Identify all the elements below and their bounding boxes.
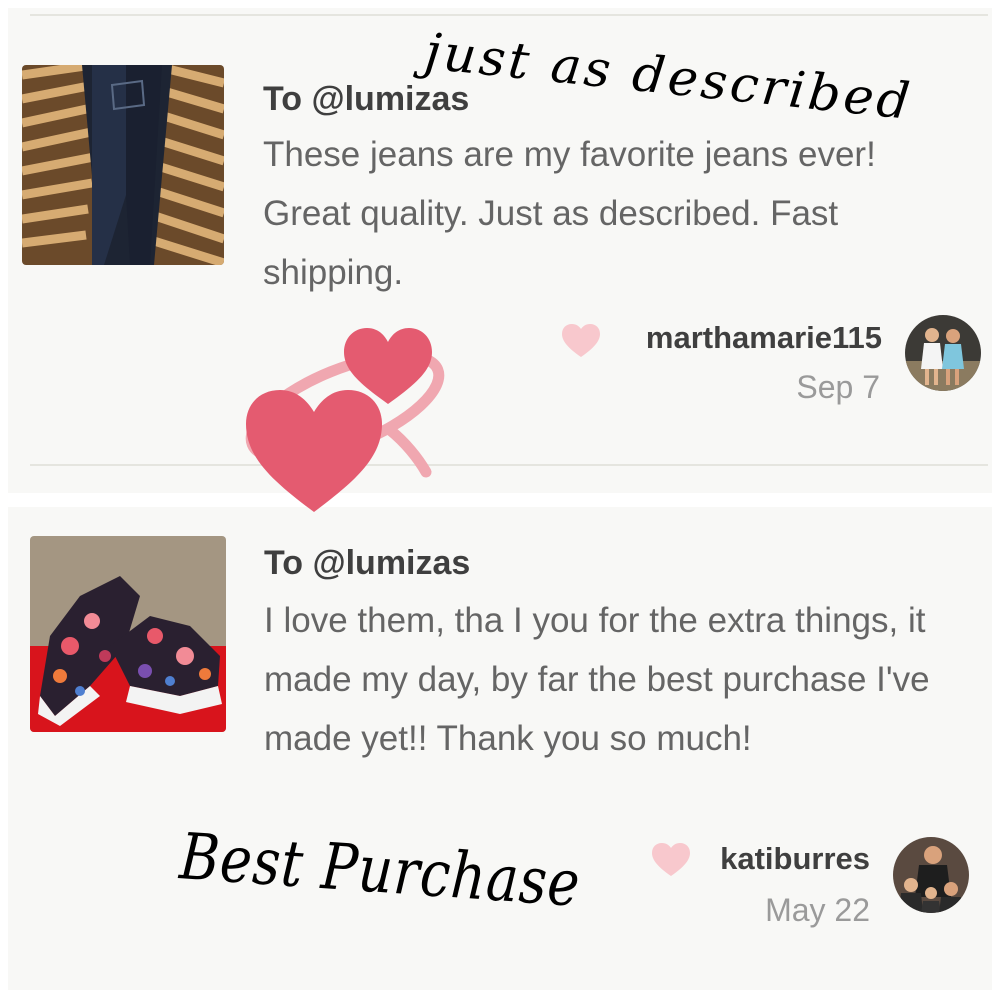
reviewer-username[interactable]: marthamarie115 [600,320,882,356]
heart-icon[interactable] [652,843,690,877]
two-hearts-icon [245,328,445,512]
product-thumbnail[interactable] [30,536,226,732]
review-comment: These jeans are my favorite jeans ever! … [263,135,876,292]
product-thumbnail[interactable] [22,65,224,265]
jeans-photo-icon [22,65,224,265]
divider [30,464,988,466]
review-card: To @lumizas I love them, tha I you for t… [8,507,992,990]
divider [30,14,988,16]
sneakers-photo-icon [30,536,226,732]
avatar[interactable] [905,315,981,391]
user-photo-icon [893,837,969,913]
avatar[interactable] [893,837,969,913]
review-date: May 22 [765,892,870,928]
reviewer-username[interactable]: katiburres [690,841,870,877]
review-date: Sep 7 [796,369,880,405]
review-comment: I love them, tha I you for the extra thi… [264,601,930,758]
recipient-label: To @lumizas [263,80,470,118]
user-photo-icon [905,315,981,391]
recipient-label: To @lumizas [264,544,471,582]
heart-icon[interactable] [562,324,600,358]
